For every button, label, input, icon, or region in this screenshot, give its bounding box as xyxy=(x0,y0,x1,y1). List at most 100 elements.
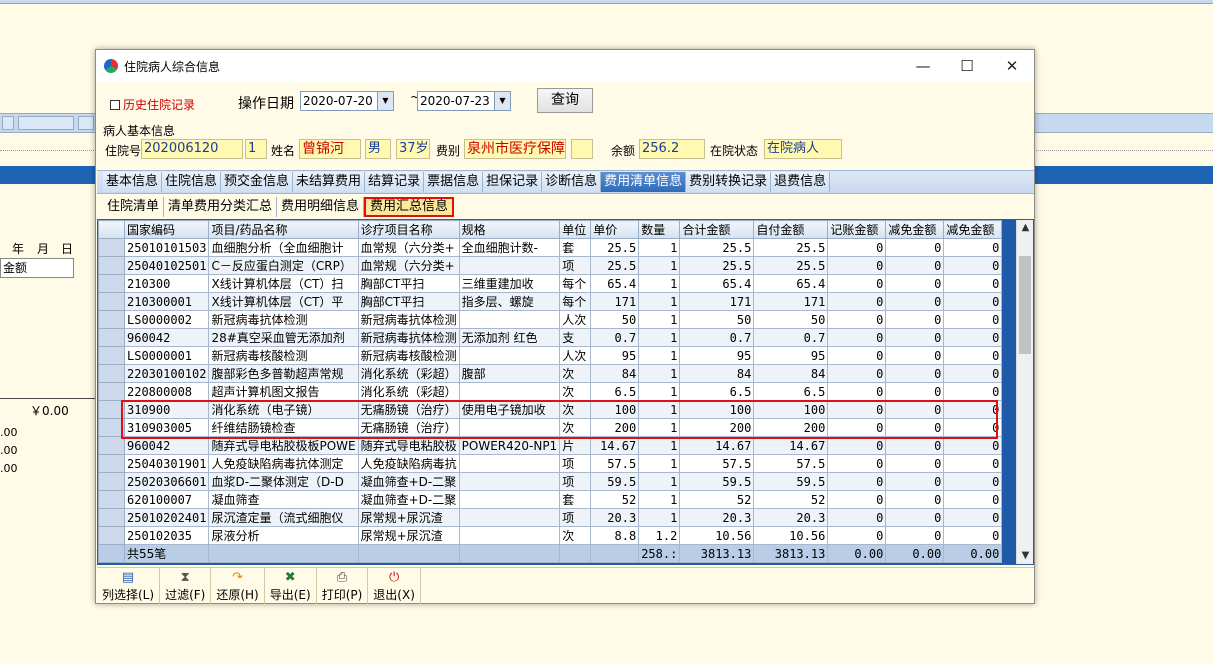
table-cell[interactable]: 腹部 xyxy=(458,364,561,383)
table-cell[interactable]: 1 xyxy=(638,238,681,257)
table-row[interactable]: 25010101503 血细胞分析（全血细胞计 血常规（六分类+ 全血细胞计数- 套 25… xyxy=(98,238,1003,257)
table-cell[interactable]: 1 xyxy=(638,472,681,491)
row-selector[interactable] xyxy=(98,238,125,257)
table-cell[interactable]: 171 xyxy=(590,292,640,311)
gender-field[interactable]: 男 xyxy=(365,139,391,159)
toolbar-button-column-select[interactable]: ▤ 列选择(L) xyxy=(97,568,161,604)
table-cell[interactable]: 59.5 xyxy=(679,472,755,491)
table-cell[interactable]: 84 xyxy=(753,364,829,383)
table-cell[interactable]: 200 xyxy=(679,418,755,437)
table-cell[interactable]: 次 xyxy=(559,418,592,437)
table-cell[interactable]: 0 xyxy=(943,310,1003,329)
table-cell[interactable]: 次 xyxy=(559,526,592,545)
tab-refund[interactable]: 退费信息 xyxy=(771,172,831,192)
table-cell[interactable]: X线计算机体层（CT）扫 xyxy=(208,274,359,293)
table-cell[interactable]: 尿常规+尿沉渣 xyxy=(357,526,460,545)
table-cell[interactable]: 0 xyxy=(827,508,887,527)
table-cell[interactable]: 1 xyxy=(638,310,681,329)
table-cell[interactable]: 0 xyxy=(943,274,1003,293)
table-cell[interactable]: 0 xyxy=(827,436,887,455)
column-header[interactable]: 诊疗项目名称 xyxy=(357,220,460,239)
table-cell[interactable]: C－反应蛋白测定（CRP） xyxy=(208,256,359,275)
row-selector[interactable] xyxy=(98,328,125,347)
tab-fee-list[interactable]: 费用清单信息 xyxy=(601,172,687,192)
row-selector[interactable] xyxy=(98,274,125,293)
table-row[interactable]: LS0000002 新冠病毒抗体检测 新冠病毒抗体检测 人次 50 1 50 50 0 0 0 xyxy=(98,310,1003,329)
table-cell[interactable]: 25020306601 xyxy=(123,472,210,491)
checkbox-box[interactable] xyxy=(110,99,120,110)
table-row[interactable]: 22030100102 腹部彩色多普勒超声常规 消化系统（彩超） 腹部次 84 1 84 84… xyxy=(98,364,1003,383)
table-cell[interactable]: 全血细胞计数- xyxy=(458,238,561,257)
table-cell[interactable]: 纤维结肠镜检查 xyxy=(208,418,359,437)
table-cell[interactable]: 1 xyxy=(638,490,681,509)
table-cell[interactable]: 1 xyxy=(638,508,681,527)
table-cell[interactable]: 25.5 xyxy=(679,256,755,275)
row-selector[interactable] xyxy=(98,292,125,311)
table-cell[interactable]: 血浆D-二聚体测定（D-D xyxy=(208,472,359,491)
column-header[interactable]: 合计金额 xyxy=(679,220,755,239)
subtab-category-summary[interactable]: 清单费用分类汇总 xyxy=(164,197,278,217)
vertical-scrollbar[interactable]: ▲ ▼ xyxy=(1016,220,1033,564)
table-cell[interactable]: 腹部彩色多普勒超声常规 xyxy=(208,364,359,383)
toolbar-button-excel-export[interactable]: ✖ 导出(E) xyxy=(265,568,317,604)
query-button[interactable]: 查询 xyxy=(537,88,593,113)
table-cell[interactable]: 无痛肠镜（治疗） xyxy=(357,400,460,419)
table-cell[interactable]: 消化系统（彩超） xyxy=(357,382,460,401)
table-cell[interactable]: 0 xyxy=(827,364,887,383)
table-cell[interactable]: 1 xyxy=(638,346,681,365)
table-cell[interactable]: 0 xyxy=(885,418,945,437)
table-cell[interactable]: 100 xyxy=(753,400,829,419)
table-cell[interactable]: 项 xyxy=(559,472,592,491)
table-cell[interactable]: 套 xyxy=(559,238,592,257)
table-cell[interactable]: 人次 xyxy=(559,346,592,365)
table-cell[interactable]: 人免疫缺陷病毒抗 xyxy=(357,454,460,473)
tab-invoice[interactable]: 票据信息 xyxy=(424,172,484,192)
table-cell[interactable]: 0 xyxy=(943,292,1003,311)
table-cell[interactable]: 1 xyxy=(638,274,681,293)
table-cell[interactable]: 次 xyxy=(559,364,592,383)
table-cell[interactable]: 血细胞分析（全血细胞计 xyxy=(208,238,359,257)
table-cell[interactable]: 项 xyxy=(559,454,592,473)
table-cell[interactable]: 0 xyxy=(885,454,945,473)
table-cell[interactable]: 1 xyxy=(638,418,681,437)
table-row[interactable]: 220800008 超声计算机图文报告 消化系统（彩超）次 6.5 1 6.5 6.5 0 0 0 xyxy=(98,382,1003,401)
table-cell[interactable]: 0 xyxy=(885,490,945,509)
table-cell[interactable] xyxy=(458,382,561,401)
table-cell[interactable]: 尿液分析 xyxy=(208,526,359,545)
table-cell[interactable]: 57.5 xyxy=(679,454,755,473)
table-cell[interactable]: LS0000002 xyxy=(123,310,210,329)
table-cell[interactable]: 84 xyxy=(590,364,640,383)
table-cell[interactable]: 0.7 xyxy=(590,328,640,347)
table-cell[interactable]: 310900 xyxy=(123,400,210,419)
history-checkbox[interactable]: 历史住院记录 xyxy=(110,96,195,113)
table-cell[interactable]: 0 xyxy=(827,292,887,311)
table-cell[interactable]: 620100007 xyxy=(123,490,210,509)
table-cell[interactable]: 片 xyxy=(559,436,592,455)
row-selector[interactable] xyxy=(98,418,125,437)
table-cell[interactable]: 新冠病毒抗体检测 xyxy=(357,328,460,347)
tab-unsettled-fees[interactable]: 未结算费用 xyxy=(293,172,366,192)
table-cell[interactable]: 0 xyxy=(885,310,945,329)
table-cell[interactable] xyxy=(458,526,561,545)
row-selector[interactable] xyxy=(98,310,125,329)
row-selector[interactable] xyxy=(98,508,125,527)
table-cell[interactable]: 171 xyxy=(679,292,755,311)
table-cell[interactable]: 52 xyxy=(590,490,640,509)
toolbar-button-restore[interactable]: ↷ 还原(H) xyxy=(211,568,265,604)
table-cell[interactable]: 20.3 xyxy=(753,508,829,527)
table-cell[interactable] xyxy=(458,454,561,473)
table-cell[interactable]: 无痛肠镜（治疗） xyxy=(357,418,460,437)
table-cell[interactable]: 1 xyxy=(638,292,681,311)
table-row[interactable]: 25040301901 人免疫缺陷病毒抗体测定 人免疫缺陷病毒抗项 57.5 1 57.5… xyxy=(98,454,1003,473)
table-cell[interactable]: 项 xyxy=(559,256,592,275)
title-bar[interactable]: 住院病人综合信息 — ☐ ✕ xyxy=(96,50,1034,82)
table-cell[interactable]: X线计算机体层（CT）平 xyxy=(208,292,359,311)
table-cell[interactable]: 每个 xyxy=(559,292,592,311)
table-cell[interactable]: 200 xyxy=(753,418,829,437)
table-row[interactable]: 960042 28#真空采血管无添加剂 新冠病毒抗体检测 无添加剂 红色支 0.7 1 0.… xyxy=(98,328,1003,347)
table-cell[interactable]: 50 xyxy=(590,310,640,329)
table-cell[interactable]: 随弃式导电粘胶极板POWE xyxy=(208,436,359,455)
table-row[interactable]: 25010202401 尿沉渣定量（流式细胞仪 尿常规+尿沉渣项 20.3 1 20.3 2… xyxy=(98,508,1003,527)
fee-extra-field[interactable] xyxy=(571,139,593,159)
table-cell[interactable]: 0 xyxy=(827,400,887,419)
